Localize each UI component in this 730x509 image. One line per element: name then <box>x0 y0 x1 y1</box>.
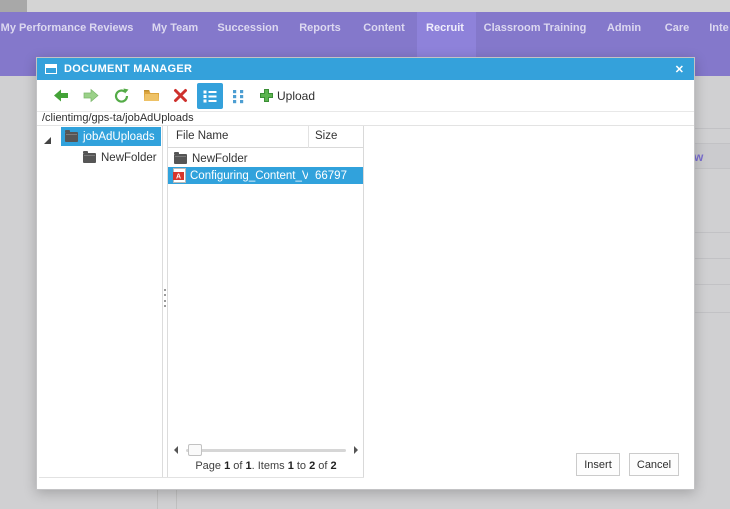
column-header-size[interactable]: Size <box>315 130 337 142</box>
scrollbar-thumb[interactable] <box>188 444 202 456</box>
nav-item-admin[interactable]: Admin <box>607 22 641 34</box>
grid-view-icon[interactable] <box>231 88 246 109</box>
nav-item-reports[interactable]: Reports <box>299 22 341 34</box>
tree-node-label: NewFolder <box>101 151 157 164</box>
tree-expander-icon[interactable] <box>43 132 52 150</box>
scroll-left-icon[interactable] <box>174 446 178 454</box>
column-separator <box>308 126 309 148</box>
scroll-right-icon[interactable] <box>354 446 358 454</box>
upload-plus-icon[interactable] <box>259 88 274 108</box>
pdf-file-icon: A <box>173 168 186 183</box>
file-list-panel: File Name Size NewFolder A Configuring_C… <box>168 126 364 478</box>
document-manager-dialog: DOCUMENT MANAGER ✕ Upload /clientimg/gps… <box>36 57 695 490</box>
background-column-line <box>157 490 158 509</box>
pager-text: of <box>315 460 331 472</box>
pager-number: 2 <box>330 460 337 472</box>
tree-node-newfolder[interactable]: NewFolder <box>83 148 157 167</box>
back-icon[interactable] <box>53 88 69 108</box>
nav-item-content[interactable]: Content <box>363 22 405 34</box>
nav-item-classroom-training[interactable]: Classroom Training <box>484 22 587 34</box>
tree-node-jobaduploads[interactable]: jobAdUploads <box>61 127 161 146</box>
nav-item-inte-clipped[interactable]: Inte <box>709 22 729 34</box>
upload-button[interactable]: Upload <box>277 80 315 112</box>
pager-text: to <box>293 460 310 472</box>
folder-icon <box>83 150 96 163</box>
file-row-selected-pdf[interactable]: A Configuring_Content_Vendor 66797 <box>168 167 363 184</box>
file-row-newfolder[interactable]: NewFolder <box>168 150 363 167</box>
nav-item-recruit[interactable]: Recruit <box>426 22 464 34</box>
pager-text: Page <box>195 460 225 472</box>
horizontal-scrollbar <box>174 444 358 457</box>
insert-button[interactable]: Insert <box>576 453 620 476</box>
cancel-button[interactable]: Cancel <box>629 453 679 476</box>
file-list-header: File Name Size <box>168 126 363 148</box>
scrollbar-track[interactable] <box>186 449 346 452</box>
address-path[interactable]: /clientimg/gps-ta/jobAdUploads <box>37 112 694 126</box>
pager-status: Page 1 of 1. Items 1 to 2 of 2 <box>168 460 364 472</box>
folder-tree-panel: jobAdUploads NewFolder <box>37 126 162 478</box>
pager-text: . Items <box>251 460 288 472</box>
file-name: NewFolder <box>192 152 248 165</box>
dialog-title-bar[interactable]: DOCUMENT MANAGER ✕ <box>37 58 694 80</box>
tree-node-label: jobAdUploads <box>83 130 155 143</box>
forward-icon[interactable] <box>83 88 99 108</box>
list-view-icon <box>203 90 217 103</box>
splitter-grip[interactable] <box>163 289 167 307</box>
refresh-icon[interactable] <box>113 88 130 109</box>
file-size: 66797 <box>315 169 347 182</box>
top-strip-dark-segment <box>0 0 27 12</box>
top-window-strip <box>0 0 730 12</box>
close-icon[interactable]: ✕ <box>673 63 686 76</box>
toolbar: Upload <box>37 80 694 112</box>
delete-icon[interactable] <box>173 88 188 108</box>
column-header-file-name[interactable]: File Name <box>176 130 228 142</box>
nav-item-care[interactable]: Care <box>665 22 689 34</box>
nav-item-my-performance-reviews[interactable]: My Performance Reviews <box>1 22 134 34</box>
nav-item-succession[interactable]: Succession <box>217 22 278 34</box>
new-folder-icon[interactable] <box>143 88 160 107</box>
folder-icon <box>174 151 187 164</box>
pager-text: of <box>230 460 246 472</box>
background-column-line <box>176 490 177 509</box>
dialog-title: DOCUMENT MANAGER <box>64 63 193 75</box>
file-name: Configuring_Content_Vendor <box>190 169 308 182</box>
dialog-body: jobAdUploads NewFolder File Name Size Ne… <box>37 126 694 479</box>
window-icon <box>45 64 57 74</box>
list-view-button[interactable] <box>197 83 223 109</box>
background-clipped-text: w <box>694 150 704 164</box>
svg-text:A: A <box>176 174 181 181</box>
folder-icon <box>65 129 78 142</box>
nav-item-my-team[interactable]: My Team <box>152 22 198 34</box>
panel-bottom-border <box>39 477 364 478</box>
